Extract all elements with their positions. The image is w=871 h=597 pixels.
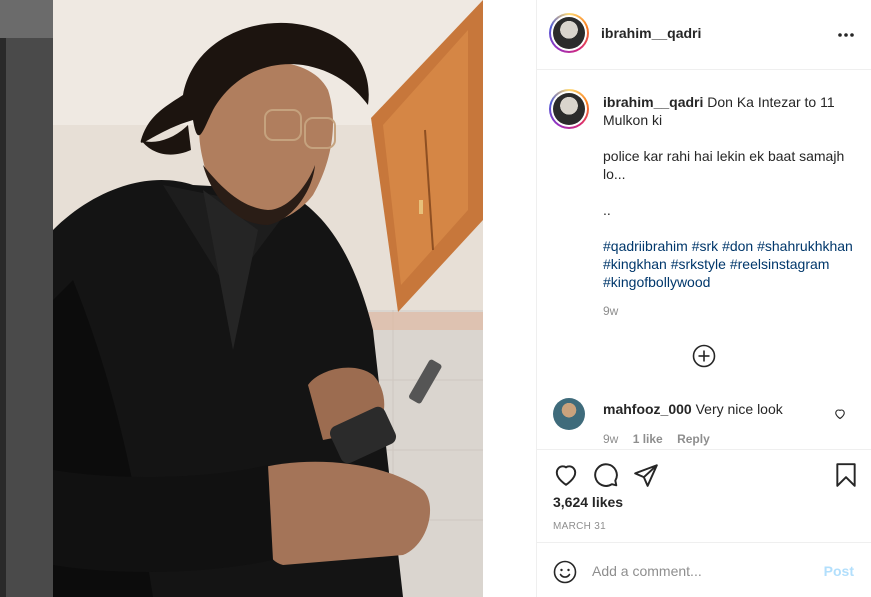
share-icon[interactable] [633,462,659,488]
caption-line-3: .. [603,202,611,218]
load-more-comments-icon[interactable] [692,344,716,368]
comment-composer: Post [537,542,871,597]
comments-scroll-area[interactable]: ibrahim__qadri Don Ka Intezar to 11 Mulk… [537,71,871,449]
caption-hashtags: #qadriibrahim #srk #don #shahrukhkhan #k… [603,237,853,291]
post-header: ibrahim__qadri [537,0,871,70]
post-media-photo[interactable] [53,0,483,597]
hashtag-link[interactable]: #qadriibrahim [603,238,688,254]
commenter-username[interactable]: mahfooz_000 [603,401,692,417]
bookmark-icon[interactable] [833,462,859,488]
comment-likes[interactable]: 1 like [633,432,663,446]
hashtag-link[interactable]: #kingofbollywood [603,274,710,290]
post-date[interactable]: MARCH 31 [553,521,606,532]
post-details-panel: ibrahim__qadri ibrahim__qadri Don Ka Int… [536,0,871,597]
panel-gutter [483,0,536,597]
hashtag-link[interactable]: #shahrukhkhan [757,238,853,254]
comment-age[interactable]: 9w [603,432,618,446]
commenter-avatar[interactable] [553,398,585,430]
hashtag-link[interactable]: #reelsinstagram [730,256,830,272]
caption-username[interactable]: ibrahim__qadri [603,94,703,110]
caption: ibrahim__qadri Don Ka Intezar to 11 Mulk… [603,93,853,309]
hashtag-link[interactable]: #don [722,238,753,254]
heart-icon[interactable] [553,462,579,488]
comment-icon[interactable] [593,462,619,488]
reply-button[interactable]: Reply [677,432,710,446]
comment-input[interactable] [592,559,812,583]
likes-count[interactable]: 3,624 likes [553,494,623,510]
hashtag-link[interactable]: #srk [692,238,718,254]
hashtag-link[interactable]: #srkstyle [671,256,726,272]
author-avatar[interactable] [549,13,589,53]
background-window [0,0,53,597]
background-window-edge [0,0,6,597]
caption-line-2: police kar rahi hai lekin ek baat samajh… [603,148,845,182]
comment-item: mahfooz_000 Very nice look 9w 1 like Rep… [537,395,871,449]
comment-text: Very nice look [695,401,783,417]
more-options-icon[interactable] [836,27,856,43]
comment-heart-icon[interactable] [834,408,846,420]
comment-body: mahfooz_000 Very nice look [603,401,783,417]
caption-author-avatar[interactable] [549,89,589,129]
post-comment-button[interactable]: Post [824,563,854,579]
comment-meta: 9w 1 like Reply [603,432,721,446]
author-username[interactable]: ibrahim__qadri [601,25,701,41]
post-actions: 3,624 likes MARCH 31 [537,449,871,542]
emoji-icon[interactable] [553,560,577,584]
photo-illustration [53,0,483,597]
background-window-top [0,0,53,38]
caption-age[interactable]: 9w [603,304,618,318]
hashtag-link[interactable]: #kingkhan [603,256,667,272]
